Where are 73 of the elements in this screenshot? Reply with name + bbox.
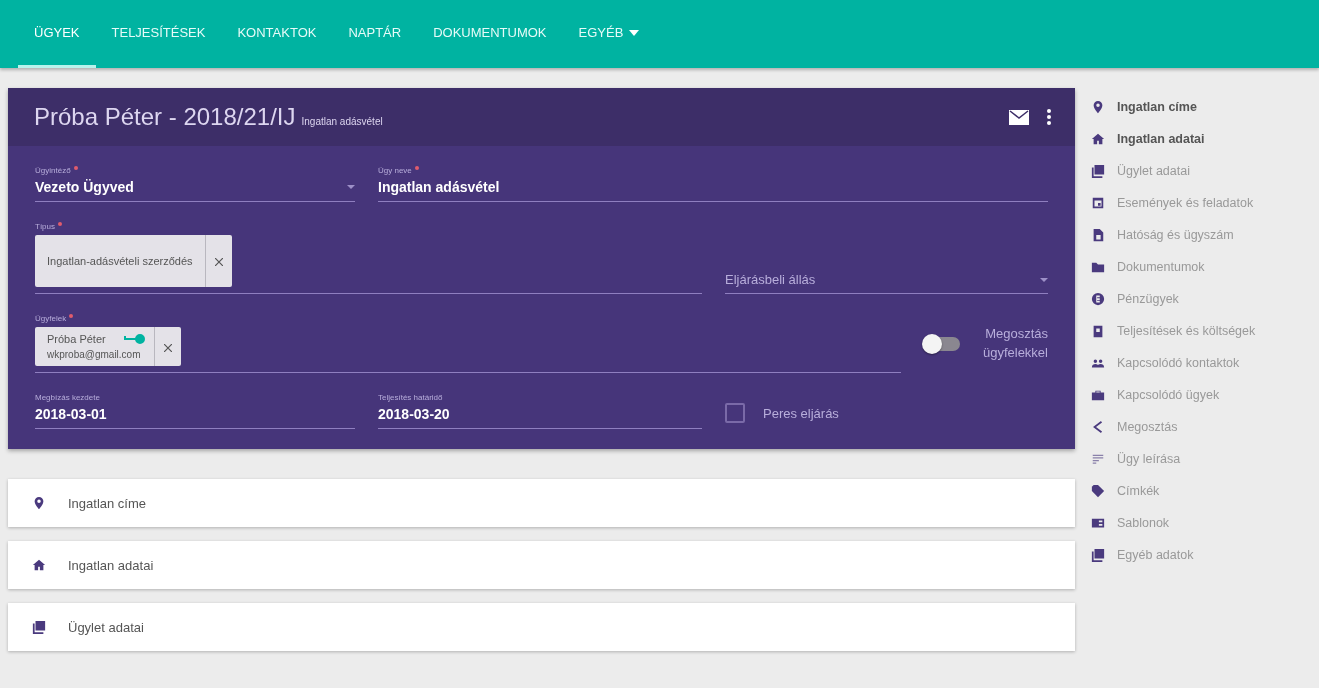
close-icon (163, 343, 172, 352)
coin-icon (1091, 291, 1105, 306)
field-placeholder: Eljárásbeli állás (725, 272, 816, 287)
field-value: Vezeto Ügyved (35, 179, 134, 195)
field-label: Teljesítés határidő (378, 393, 443, 402)
sidebar-item[interactable]: Pénzügyek (1091, 286, 1256, 311)
sidebar-item[interactable]: Sablonok (1091, 510, 1256, 535)
pin-icon (32, 496, 46, 510)
more-icon (1047, 109, 1051, 125)
field-label: Megbízás kezdete (35, 393, 100, 402)
share-toggle[interactable] (924, 336, 960, 351)
field-label: Ügyintéző (35, 166, 71, 175)
calendar-icon (1091, 195, 1105, 210)
field-value: 2018-03-01 (35, 406, 108, 422)
client-email: wkproba@gmail.com (47, 349, 142, 360)
sidebar-item[interactable]: Megosztás (1091, 414, 1256, 439)
sidebar-item[interactable]: Címkék (1091, 478, 1256, 503)
procedure-status-select[interactable]: Eljárásbeli állás (725, 272, 1048, 294)
client-name: Próba Péter (47, 333, 106, 345)
tag-icon (1091, 483, 1105, 498)
caret-icon (347, 185, 355, 189)
section-panel[interactable]: Ingatlan adatai (8, 541, 1075, 589)
section-title: Ingatlan címe (68, 495, 147, 511)
field-label: Ügy neve (378, 166, 412, 175)
field-value: Ingatlan adásvétel (378, 179, 501, 195)
stacked-pages-icon (1091, 547, 1105, 562)
checkbox[interactable] (725, 403, 745, 423)
section-title: Ügylet adatai (68, 619, 144, 635)
sidebar-item[interactable]: Teljesítések és költségek (1091, 318, 1256, 343)
sidebar-item[interactable]: Ingatlan címe (1091, 94, 1256, 119)
nav-tab[interactable]: ÜGYEK (18, 0, 96, 68)
share-icon (1091, 419, 1105, 434)
stacked-pages-icon (1091, 163, 1105, 178)
sidebar-item[interactable]: Hatóság és ügyszám (1091, 222, 1256, 247)
sidebar-item[interactable]: Események és feladatok (1091, 190, 1256, 215)
sidebar-item[interactable]: Kapcsolódó kontaktok (1091, 350, 1256, 375)
field-value: 2018-03-20 (378, 406, 451, 422)
sidebar-item[interactable]: Ügy leírása (1091, 446, 1256, 471)
field-label: Típus (35, 222, 55, 231)
sidebar-item[interactable]: Ingatlan adatai (1091, 126, 1256, 151)
close-icon (214, 258, 223, 266)
sidebar-item[interactable]: Ügylet adatai (1091, 158, 1256, 183)
case-name-field[interactable]: Ügy neve Ingatlan adásvétel (378, 166, 1048, 202)
nav-tab[interactable]: KONTAKTOK (221, 0, 333, 68)
nav-tab[interactable]: EGYÉB (562, 0, 656, 68)
clipboard-icon (1091, 323, 1105, 338)
toggle-label: Megosztás ügyfelekkel (981, 325, 1048, 362)
house-icon (32, 558, 46, 572)
house-icon (1091, 131, 1105, 146)
nav-tab[interactable]: DOKUMENTUMOK (417, 0, 563, 68)
clients-field[interactable]: Ügyfelek Próba Péter wkproba@gmail.com (35, 314, 901, 373)
stacked-pages-icon (32, 620, 46, 634)
case-title: Próba Péter - 2018/21/IJ (34, 103, 296, 131)
start-date-field[interactable]: Megbízás kezdete 2018-03-01 (35, 393, 355, 429)
section-panel[interactable]: Ügylet adatai (8, 603, 1075, 651)
type-field[interactable]: Típus Ingatlan-adásvételi szerződés (35, 222, 702, 294)
sidebar-item[interactable]: Kapcsolódó ügyek (1091, 382, 1256, 407)
case-subtitle: Ingatlan adásvétel (301, 115, 383, 127)
chip-text: Ingatlan-adásvételi szerződés (35, 235, 206, 287)
responsible-select[interactable]: Ügyintéző Vezeto Ügyved (35, 166, 355, 202)
nav-tab[interactable]: NAPTÁR (332, 0, 418, 68)
caret-icon (1040, 277, 1048, 282)
checkbox-label: Peres eljárás (763, 405, 839, 421)
section-panel[interactable]: Ingatlan címe (8, 479, 1075, 527)
document-icon (1091, 227, 1105, 242)
field-label: Ügyfelek (35, 314, 67, 323)
deadline-field[interactable]: Teljesítés határidő 2018-03-20 (378, 393, 702, 429)
sidebar-item[interactable]: Egyéb adatok (1091, 542, 1256, 567)
nav-tab[interactable]: TELJESÍTÉSEK (95, 0, 222, 68)
pin-icon (1091, 99, 1105, 114)
sidebar-item[interactable]: Dokumentumok (1091, 254, 1256, 279)
section-title: Ingatlan adatai (68, 557, 154, 573)
envelope-icon (1009, 109, 1029, 125)
